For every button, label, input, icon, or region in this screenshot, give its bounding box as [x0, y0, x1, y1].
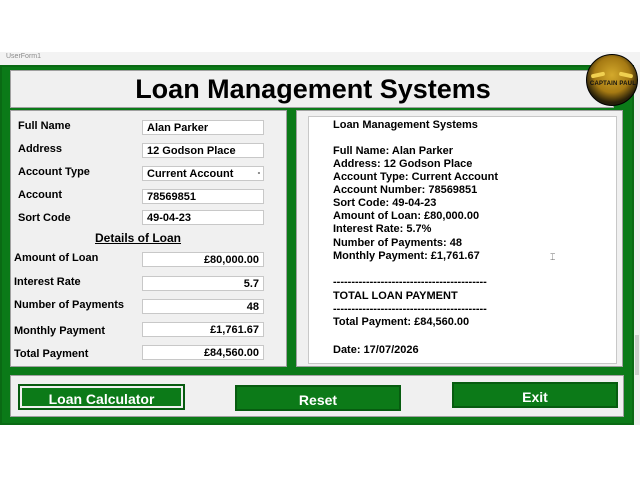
receipt-line: Total Payment: £84,560.00	[333, 316, 470, 328]
button-bar: Loan Calculator Reset Exit	[10, 375, 624, 417]
account-label: Account	[18, 189, 62, 201]
window-title: UserForm1	[6, 53, 42, 60]
receipt-line: Interest Rate: 5.7%	[333, 223, 432, 235]
customer-details-panel: Full Name Alan Parker Address 12 Godson …	[10, 110, 287, 367]
logo-wing-icon	[618, 71, 634, 79]
logo-wing-icon	[590, 71, 606, 79]
receipt-line: Date: 17/07/2026	[333, 344, 419, 356]
total-payment-field[interactable]: £84,560.00	[142, 345, 264, 360]
page-title: Loan Management Systems	[135, 74, 491, 104]
receipt-divider: ----------------------------------------…	[333, 303, 487, 315]
logo-text: CAPTAIN PAUL	[589, 81, 637, 87]
loan-calculator-button[interactable]: Loan Calculator	[18, 384, 185, 410]
receipt-line: Loan Management Systems	[333, 119, 478, 131]
sort-code-label: Sort Code	[18, 212, 71, 224]
receipt-divider: ----------------------------------------…	[333, 276, 487, 288]
receipt-line: Amount of Loan: £80,000.00	[333, 210, 480, 222]
receipt-line: Account Number: 78569851	[333, 184, 478, 196]
account-type-value: Current Account	[147, 168, 234, 180]
scrollbar-thumb[interactable]	[635, 335, 639, 375]
header-panel: Loan Management Systems	[10, 70, 614, 108]
vertical-scrollbar[interactable]	[634, 65, 640, 425]
receipt-textbox[interactable]: Loan Management Systems Full Name: Alan …	[308, 116, 617, 364]
dropdown-arrow-icon[interactable]: -	[255, 167, 263, 180]
amount-of-loan-label: Amount of Loan	[14, 252, 99, 264]
receipt-line: Address: 12 Godson Place	[333, 158, 473, 170]
reset-button[interactable]: Reset	[235, 385, 401, 411]
account-type-label: Account Type	[18, 166, 90, 178]
receipt-line: Account Type: Current Account	[333, 171, 499, 183]
full-name-label: Full Name	[18, 120, 71, 132]
interest-rate-field[interactable]: 5.7	[142, 276, 264, 291]
receipt-line: Sort Code: 49-04-23	[333, 197, 437, 209]
receipt-line: Number of Payments: 48	[333, 237, 462, 249]
exit-button[interactable]: Exit	[452, 382, 618, 408]
monthly-payment-field[interactable]: £1,761.67	[142, 322, 264, 337]
account-field[interactable]: 78569851	[142, 189, 264, 204]
logo: CAPTAIN PAUL	[586, 54, 638, 106]
amount-of-loan-field[interactable]: £80,000.00	[142, 252, 264, 267]
sort-code-field[interactable]: 49-04-23	[142, 210, 264, 225]
number-of-payments-field[interactable]: 48	[142, 299, 264, 314]
details-of-loan-heading: Details of Loan	[95, 231, 182, 245]
window-titlebar: UserForm1	[0, 52, 640, 66]
monthly-payment-label: Monthly Payment	[14, 325, 106, 337]
number-of-payments-label: Number of Payments	[14, 299, 125, 311]
mouse-cursor-icon: ⌶	[550, 252, 556, 262]
receipt-line: Full Name: Alan Parker	[333, 145, 454, 157]
receipt-line: Monthly Payment: £1,761.67	[333, 250, 480, 262]
address-field[interactable]: 12 Godson Place	[142, 143, 264, 158]
receipt-line: TOTAL LOAN PAYMENT	[333, 290, 458, 302]
total-payment-label: Total Payment	[14, 348, 89, 360]
account-type-dropdown[interactable]: Current Account -	[142, 166, 264, 181]
interest-rate-label: Interest Rate	[14, 276, 81, 288]
address-label: Address	[18, 143, 63, 155]
full-name-field[interactable]: Alan Parker	[142, 120, 264, 135]
